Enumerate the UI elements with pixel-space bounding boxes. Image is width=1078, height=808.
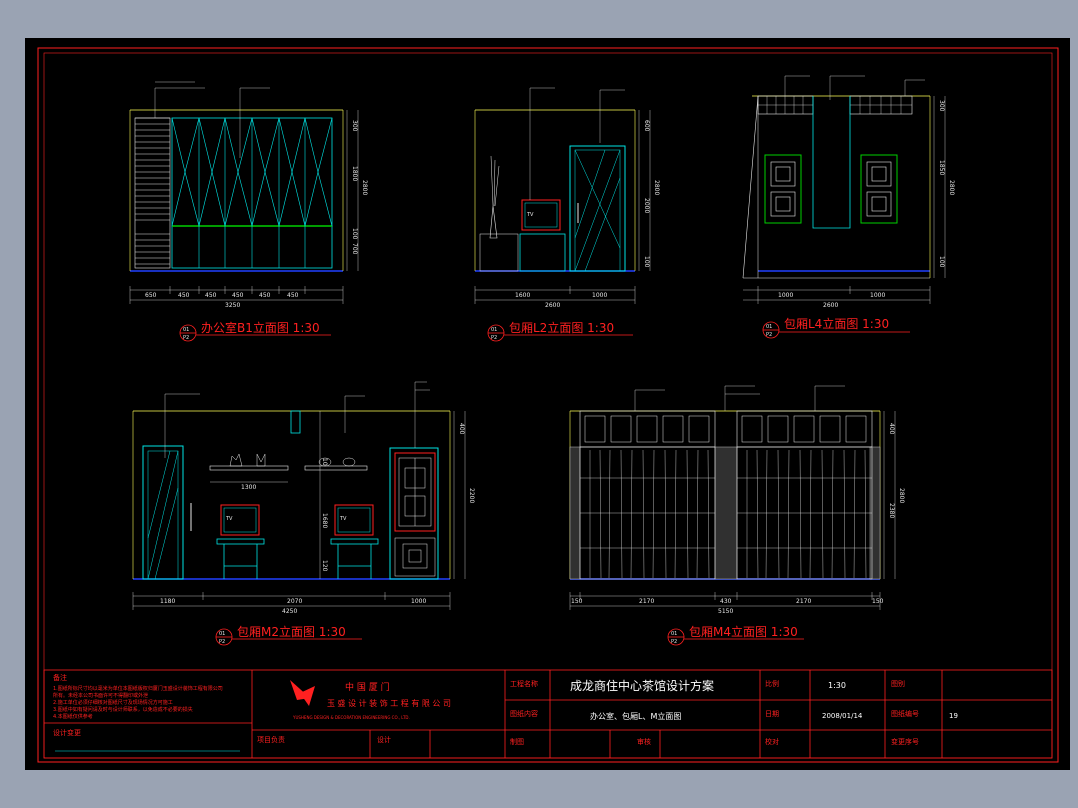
dim-l4-height: 2800 (948, 180, 955, 195)
dim-m4-3: 430 (720, 598, 732, 605)
notes-line-3: 2.施工单位必须仔细核对图纸尺寸及现场情况方可施工 (53, 699, 173, 706)
dim-b1-4: 450 (232, 292, 244, 299)
drafting-label: 制图 (510, 737, 524, 746)
design-change-label: 设计变更 (53, 728, 81, 737)
dim-b1-6: 450 (287, 292, 299, 299)
notes-line-5: 4.本图纸仅供参考 (53, 713, 93, 720)
dim-m2-1: 1180 (160, 598, 175, 605)
tag-bottom-m2: P2 (219, 639, 225, 645)
design-label: 设计 (377, 735, 391, 744)
company-en: YUSHENG DESIGN & DECORATION ENGINEERING … (292, 715, 410, 720)
dim-m4-4: 2170 (796, 598, 811, 605)
dim-l2-r3: 100 (643, 256, 650, 268)
dim-m2-shelf: 1300 (241, 484, 256, 491)
dim-m2-r3: 120 (321, 560, 328, 572)
drawing-no: 19 (949, 712, 958, 720)
dim-m4-5: 150 (872, 598, 884, 605)
dim-l2-total: 2600 (545, 302, 560, 309)
dim-m4-1: 150 (571, 598, 583, 605)
dim-l4-r2: 1850 (938, 160, 945, 175)
dim-m2-total: 4250 (282, 608, 297, 615)
dim-l2-r2: 2000 (643, 198, 650, 213)
dim-l2-r1: 600 (643, 120, 650, 132)
dim-l4-r1: 300 (938, 100, 945, 112)
project-leader-label: 项目负责 (257, 735, 285, 744)
tag-top-m2: 01 (219, 631, 225, 637)
company-cn-2: 玉 盛 设 计 装 饰 工 程 有 限 公 司 (327, 698, 451, 708)
scale-value: 1:30 (828, 681, 846, 690)
dim-b1-r2: 1800 (351, 166, 358, 181)
drawing-no-label: 图纸编号 (891, 709, 919, 718)
tv-label-m2-a: TV (225, 516, 233, 522)
dim-b1-r4: 700 (351, 243, 358, 255)
dim-b1-height: 2800 (361, 180, 368, 195)
notes-label: 备注 (53, 673, 67, 682)
title-l2: 包厢L2立面图 1:30 (509, 320, 614, 335)
title-m2: 包厢M2立面图 1:30 (237, 624, 346, 639)
revision-no-label: 变更序号 (891, 737, 919, 746)
notes-line-2: 所有。未经本公司书面许可不得翻印或外泄 (53, 692, 148, 699)
drawing-content: 办公室、包厢L、M立面图 (590, 711, 681, 721)
dim-m4-height: 2800 (898, 488, 905, 503)
dim-m4-2: 2170 (639, 598, 654, 605)
dim-m2-2: 2070 (287, 598, 302, 605)
dim-l4-1: 1000 (778, 292, 793, 299)
tag-bottom-l2: P2 (491, 335, 497, 341)
dim-m2-height: 2200 (468, 488, 475, 503)
tag-top-b1: 01 (183, 327, 189, 333)
tag-bottom-b1: P2 (183, 335, 189, 341)
title-m4: 包厢M4立面图 1:30 (689, 624, 798, 639)
dim-m2-r1: 400 (458, 423, 465, 435)
dim-m4-total: 5150 (718, 608, 733, 615)
tag-top-l4: 01 (766, 324, 772, 330)
dim-l2-height: 2800 (653, 180, 660, 195)
drawing-type-label: 图别 (891, 679, 905, 688)
project-name: 成龙商住中心茶馆设计方案 (570, 678, 714, 693)
scale-label: 比例 (765, 679, 779, 688)
drawing-content-label: 图纸内容 (510, 709, 538, 718)
tag-bottom-m4: P2 (671, 639, 677, 645)
title-b1: 办公室B1立面图 1:30 (201, 320, 320, 335)
dim-b1-5: 450 (259, 292, 271, 299)
dim-b1-r3: 100 (351, 228, 358, 240)
project-name-label: 工程名称 (510, 679, 538, 688)
date-label: 日期 (765, 710, 779, 718)
dim-m2-3: 1000 (411, 598, 426, 605)
company-cn-1: 中 国 厦 门 (345, 681, 390, 693)
dim-b1-2: 450 (178, 292, 190, 299)
title-l4: 包厢L4立面图 1:30 (784, 316, 889, 331)
dim-b1-total: 3250 (225, 302, 240, 309)
dim-l2-1: 1600 (515, 292, 530, 299)
tag-top-m4: 01 (671, 631, 677, 637)
dim-b1-r1: 300 (351, 120, 358, 132)
tag-top-l2: 01 (491, 327, 497, 333)
dim-l2-2: 1000 (592, 292, 607, 299)
notes-line-4: 3.图纸中如有疑问请及时与设计师联系，以免造成不必要的损失 (53, 706, 193, 713)
dim-m4-r2: 2380 (888, 503, 895, 518)
notes-line-1: 1.图纸所标尺寸均以毫米为单位本图纸版权归厦门玉盛设计装饰工程有限公司 (53, 685, 223, 692)
tv-label-l2: TV (526, 212, 534, 218)
dim-m4-r1: 400 (888, 423, 895, 435)
proofread-label: 校对 (765, 737, 779, 746)
dim-l4-2: 1000 (870, 292, 885, 299)
date-value: 2008/01/14 (822, 712, 863, 720)
dim-l4-total: 2600 (823, 302, 838, 309)
dim-m2-r2: 1680 (321, 513, 328, 528)
text-layer: 办公室B1立面图 1:30 包厢L2立面图 1:30 包厢L4立面图 1:30 … (53, 100, 958, 746)
tv-label-m2-b: TV (339, 516, 347, 522)
dim-b1-3: 450 (205, 292, 217, 299)
review-label: 审核 (637, 737, 651, 746)
drawing-sheet: 办公室B1立面图 1:30 包厢L2立面图 1:30 包厢L4立面图 1:30 … (25, 38, 1070, 770)
dim-m2-small: 10 (321, 458, 328, 466)
dim-b1-1: 650 (145, 292, 157, 299)
dim-l4-r3: 100 (938, 256, 945, 268)
tag-bottom-l4: P2 (766, 332, 772, 338)
